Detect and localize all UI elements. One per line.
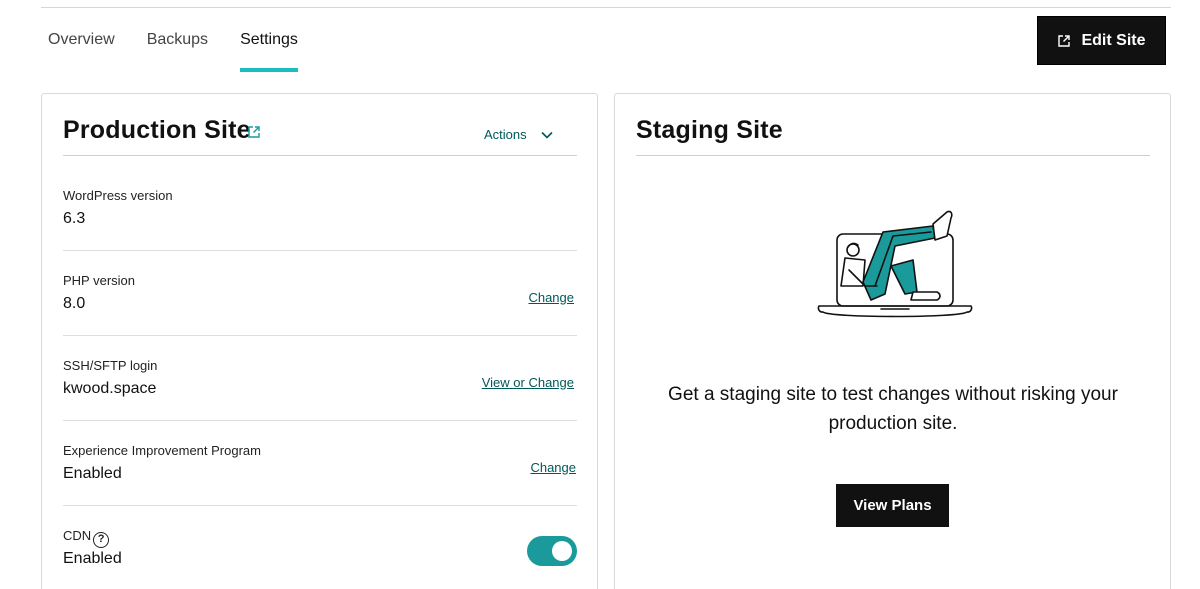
row-value: kwood.space	[63, 380, 157, 397]
php-version-row: PHP version 8.0 Change	[63, 251, 577, 336]
edit-site-button[interactable]: Edit Site	[1038, 17, 1165, 64]
production-site-title: Production Site	[63, 116, 251, 144]
actions-dropdown[interactable]: Actions	[484, 127, 553, 142]
row-value: 6.3	[63, 210, 86, 227]
tab-bar: Overview Backups Settings	[48, 0, 298, 80]
actions-label: Actions	[484, 127, 527, 142]
external-link-icon	[1058, 34, 1071, 47]
tab-overview[interactable]: Overview	[48, 0, 115, 80]
row-value: 8.0	[63, 295, 86, 312]
row-value: Enabled	[63, 550, 122, 567]
ssh-sftp-row: SSH/SFTP login kwood.space View or Chang…	[63, 336, 577, 421]
staging-site-card: Staging Site Get a staging site to test …	[614, 93, 1171, 589]
external-link-icon[interactable]	[247, 125, 261, 139]
help-icon[interactable]: ?	[93, 532, 110, 548]
change-experience-link[interactable]: Change	[530, 460, 576, 475]
view-or-change-link[interactable]: View or Change	[482, 375, 574, 390]
cdn-label: CDN	[63, 528, 92, 543]
production-site-card: Production Site Actions WordPress versio…	[41, 93, 598, 589]
change-php-link[interactable]: Change	[528, 290, 574, 305]
chevron-down-icon	[541, 131, 553, 139]
view-plans-button[interactable]: View Plans	[836, 484, 949, 527]
row-value: Enabled	[63, 465, 122, 482]
row-label: SSH/SFTP login	[63, 358, 158, 373]
row-label: WordPress version	[63, 188, 173, 203]
wordpress-version-row: WordPress version 6.3	[63, 166, 577, 251]
tab-backups[interactable]: Backups	[147, 0, 208, 80]
staging-site-title: Staging Site	[636, 116, 783, 144]
edit-site-label: Edit Site	[1081, 31, 1146, 49]
cdn-row: CDN? Enabled	[63, 506, 577, 589]
cdn-toggle[interactable]	[527, 536, 577, 566]
row-label: Experience Improvement Program	[63, 443, 261, 458]
title-divider	[63, 155, 577, 156]
tab-settings[interactable]: Settings	[240, 0, 298, 80]
staging-description: Get a staging site to test changes witho…	[668, 384, 1118, 434]
title-divider	[636, 155, 1150, 156]
experience-program-row: Experience Improvement Program Enabled C…	[63, 421, 577, 506]
row-label: CDN?	[63, 528, 110, 548]
row-label: PHP version	[63, 273, 136, 288]
toggle-knob	[552, 541, 572, 561]
laptop-illustration	[817, 210, 973, 318]
